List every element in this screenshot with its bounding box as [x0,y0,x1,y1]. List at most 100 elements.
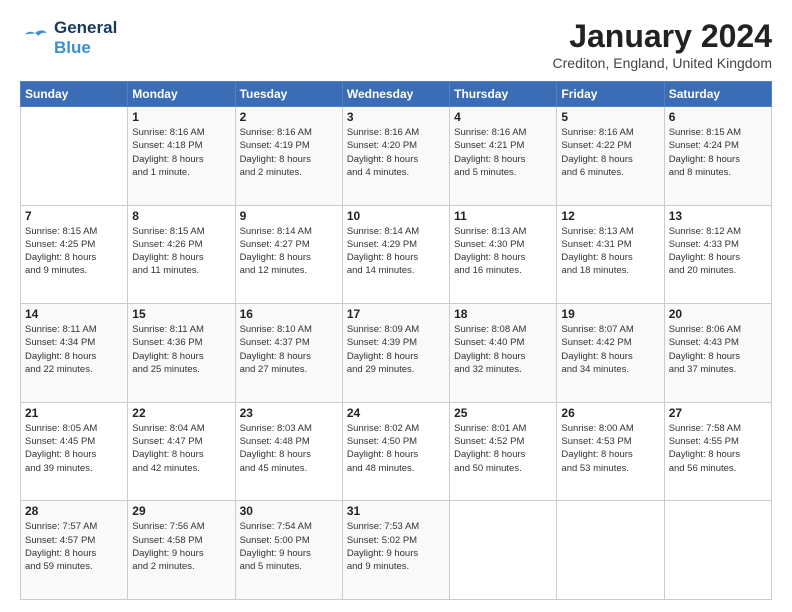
day-info: Sunrise: 8:15 AM Sunset: 4:26 PM Dayligh… [132,225,230,278]
calendar-cell [664,501,771,600]
day-info: Sunrise: 7:58 AM Sunset: 4:55 PM Dayligh… [669,422,767,475]
calendar-cell: 29 Sunrise: 7:56 AM Sunset: 4:58 PM Dayli… [128,501,235,600]
day-number: 20 [669,307,767,321]
calendar-cell: 8 Sunrise: 8:15 AM Sunset: 4:26 PM Daylig… [128,205,235,304]
calendar-week-4: 21 Sunrise: 8:05 AM Sunset: 4:45 PM Dayli… [21,402,772,501]
calendar-cell: 17 Sunrise: 8:09 AM Sunset: 4:39 PM Dayli… [342,304,449,403]
calendar-cell: 3Sunrise: 8:16 AM Sunset: 4:20 PM Daylig… [342,107,449,206]
day-info: Sunrise: 8:03 AM Sunset: 4:48 PM Dayligh… [240,422,338,475]
logo-text: General Blue [54,18,117,58]
day-number: 9 [240,209,338,223]
calendar-cell: 20 Sunrise: 8:06 AM Sunset: 4:43 PM Dayli… [664,304,771,403]
day-info: Sunrise: 8:12 AM Sunset: 4:33 PM Dayligh… [669,225,767,278]
calendar-cell: 30 Sunrise: 7:54 AM Sunset: 5:00 PM Dayli… [235,501,342,600]
calendar-cell: 18Sunrise: 8:08 AM Sunset: 4:40 PM Dayli… [450,304,557,403]
day-number: 14 [25,307,123,321]
day-info: Sunrise: 8:09 AM Sunset: 4:39 PM Dayligh… [347,323,445,376]
calendar-cell: 12 Sunrise: 8:13 AM Sunset: 4:31 PM Dayli… [557,205,664,304]
day-number: 3 [347,110,445,124]
day-number: 6 [669,110,767,124]
calendar-table: SundayMondayTuesdayWednesdayThursdayFrid… [20,81,772,600]
day-number: 12 [561,209,659,223]
calendar-header-thursday: Thursday [450,82,557,107]
day-info: Sunrise: 8:16 AM Sunset: 4:19 PM Dayligh… [240,126,338,179]
day-info: Sunrise: 7:56 AM Sunset: 4:58 PM Dayligh… [132,520,230,573]
day-number: 16 [240,307,338,321]
calendar-cell: 21 Sunrise: 8:05 AM Sunset: 4:45 PM Dayli… [21,402,128,501]
day-number: 25 [454,406,552,420]
day-info: Sunrise: 7:54 AM Sunset: 5:00 PM Dayligh… [240,520,338,573]
calendar-cell: 2 Sunrise: 8:16 AM Sunset: 4:19 PM Daylig… [235,107,342,206]
calendar-header-sunday: Sunday [21,82,128,107]
day-info: Sunrise: 8:14 AM Sunset: 4:29 PM Dayligh… [347,225,445,278]
calendar-header-saturday: Saturday [664,82,771,107]
day-info: Sunrise: 8:01 AM Sunset: 4:52 PM Dayligh… [454,422,552,475]
day-number: 30 [240,504,338,518]
calendar-cell [557,501,664,600]
day-number: 15 [132,307,230,321]
calendar-cell [21,107,128,206]
calendar-cell: 23 Sunrise: 8:03 AM Sunset: 4:48 PM Dayli… [235,402,342,501]
day-number: 28 [25,504,123,518]
day-number: 26 [561,406,659,420]
day-number: 7 [25,209,123,223]
calendar-cell: 27 Sunrise: 7:58 AM Sunset: 4:55 PM Dayli… [664,402,771,501]
day-number: 19 [561,307,659,321]
day-number: 24 [347,406,445,420]
calendar-cell: 11Sunrise: 8:13 AM Sunset: 4:30 PM Dayli… [450,205,557,304]
calendar-cell: 7 Sunrise: 8:15 AM Sunset: 4:25 PM Daylig… [21,205,128,304]
day-info: Sunrise: 8:04 AM Sunset: 4:47 PM Dayligh… [132,422,230,475]
day-info: Sunrise: 7:57 AM Sunset: 4:57 PM Dayligh… [25,520,123,573]
logo: General Blue [20,18,117,58]
calendar-cell: 25 Sunrise: 8:01 AM Sunset: 4:52 PM Dayli… [450,402,557,501]
calendar-cell: 19 Sunrise: 8:07 AM Sunset: 4:42 PM Dayli… [557,304,664,403]
day-number: 5 [561,110,659,124]
day-number: 2 [240,110,338,124]
calendar-cell: 16 Sunrise: 8:10 AM Sunset: 4:37 PM Dayli… [235,304,342,403]
day-info: Sunrise: 8:16 AM Sunset: 4:18 PM Dayligh… [132,126,230,179]
calendar-week-5: 28 Sunrise: 7:57 AM Sunset: 4:57 PM Dayli… [21,501,772,600]
day-info: Sunrise: 8:11 AM Sunset: 4:34 PM Dayligh… [25,323,123,376]
calendar-cell: 1Sunrise: 8:16 AM Sunset: 4:18 PM Daylig… [128,107,235,206]
header: General Blue January 2024 Crediton, Engl… [20,18,772,71]
day-number: 4 [454,110,552,124]
calendar-cell: 4 Sunrise: 8:16 AM Sunset: 4:21 PM Daylig… [450,107,557,206]
logo-icon [20,28,50,48]
main-title: January 2024 [553,18,772,55]
day-number: 21 [25,406,123,420]
calendar-header-wednesday: Wednesday [342,82,449,107]
calendar-cell: 9Sunrise: 8:14 AM Sunset: 4:27 PM Daylig… [235,205,342,304]
day-number: 29 [132,504,230,518]
calendar-cell: 31 Sunrise: 7:53 AM Sunset: 5:02 PM Dayli… [342,501,449,600]
day-number: 22 [132,406,230,420]
day-info: Sunrise: 8:05 AM Sunset: 4:45 PM Dayligh… [25,422,123,475]
page: General Blue January 2024 Crediton, Engl… [0,0,792,612]
calendar-cell: 14 Sunrise: 8:11 AM Sunset: 4:34 PM Dayli… [21,304,128,403]
calendar-cell: 6Sunrise: 8:15 AM Sunset: 4:24 PM Daylig… [664,107,771,206]
calendar-cell: 5Sunrise: 8:16 AM Sunset: 4:22 PM Daylig… [557,107,664,206]
day-info: Sunrise: 8:00 AM Sunset: 4:53 PM Dayligh… [561,422,659,475]
day-info: Sunrise: 8:15 AM Sunset: 4:25 PM Dayligh… [25,225,123,278]
day-number: 31 [347,504,445,518]
day-info: Sunrise: 7:53 AM Sunset: 5:02 PM Dayligh… [347,520,445,573]
day-number: 10 [347,209,445,223]
day-number: 23 [240,406,338,420]
day-info: Sunrise: 8:06 AM Sunset: 4:43 PM Dayligh… [669,323,767,376]
calendar-cell: 26 Sunrise: 8:00 AM Sunset: 4:53 PM Dayli… [557,402,664,501]
day-number: 13 [669,209,767,223]
day-info: Sunrise: 8:10 AM Sunset: 4:37 PM Dayligh… [240,323,338,376]
calendar-week-1: 1Sunrise: 8:16 AM Sunset: 4:18 PM Daylig… [21,107,772,206]
calendar-cell [450,501,557,600]
day-info: Sunrise: 8:16 AM Sunset: 4:21 PM Dayligh… [454,126,552,179]
day-number: 8 [132,209,230,223]
day-number: 17 [347,307,445,321]
day-info: Sunrise: 8:13 AM Sunset: 4:31 PM Dayligh… [561,225,659,278]
calendar-cell: 15Sunrise: 8:11 AM Sunset: 4:36 PM Dayli… [128,304,235,403]
day-number: 27 [669,406,767,420]
day-info: Sunrise: 8:13 AM Sunset: 4:30 PM Dayligh… [454,225,552,278]
calendar-cell: 28 Sunrise: 7:57 AM Sunset: 4:57 PM Dayli… [21,501,128,600]
calendar-header-monday: Monday [128,82,235,107]
day-info: Sunrise: 8:07 AM Sunset: 4:42 PM Dayligh… [561,323,659,376]
calendar-header-friday: Friday [557,82,664,107]
day-info: Sunrise: 8:08 AM Sunset: 4:40 PM Dayligh… [454,323,552,376]
